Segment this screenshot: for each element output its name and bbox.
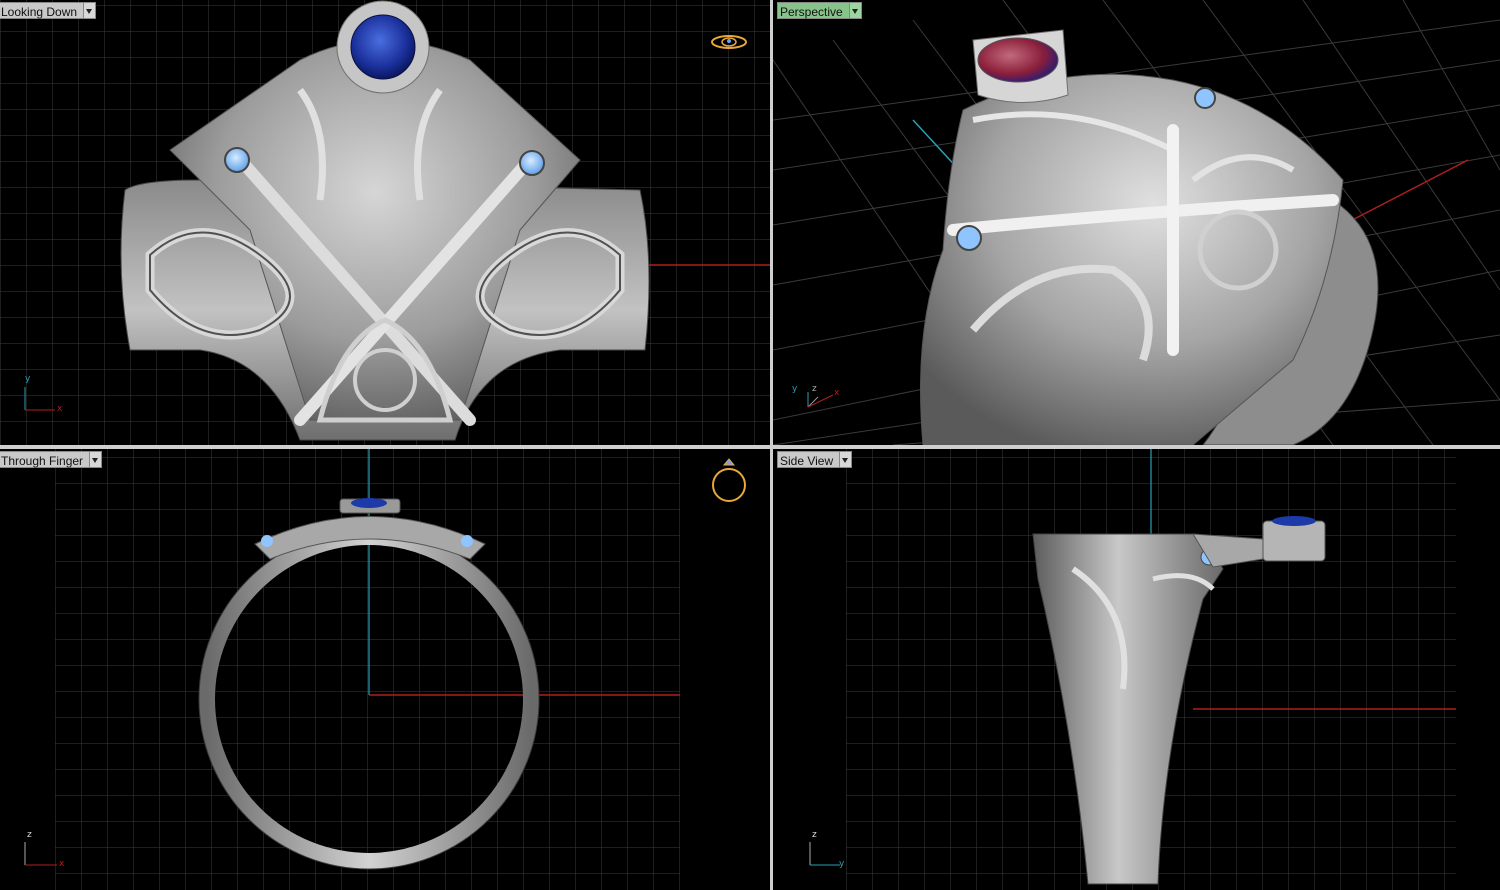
ring-model-perspective[interactable] [920,29,1379,445]
axis-label-horizontal: x [59,859,65,869]
viewport-canvas[interactable] [773,0,1500,445]
viewport-name: Looking Down [0,2,84,19]
axis-label-vertical: z [812,830,817,840]
ring-front-view-icon[interactable] [712,458,746,502]
axis-label-horizontal: x [57,404,63,414]
viewport-canvas[interactable] [0,0,770,445]
viewport-label-looking-down[interactable]: Looking Down [0,2,97,19]
chevron-down-icon[interactable] [83,2,97,19]
axis-indicator [809,842,840,866]
axis-label-vertical: z [27,830,32,840]
viewport-label-perspective[interactable]: Perspective [777,2,862,19]
viewport-looking-down[interactable]: y x Looking Down [0,0,770,445]
viewport-canvas[interactable] [0,449,770,890]
axis-label-horizontal: y [839,859,845,869]
viewport-splitter-horizontal[interactable] [0,445,1500,449]
chevron-down-icon[interactable] [848,2,862,19]
axis-indicator [24,842,57,866]
axis-label-horizontal: x [834,388,840,398]
axis-label-vertical: y [792,384,798,394]
chevron-down-icon[interactable] [89,451,103,468]
viewport-side-view[interactable]: z y Side View [773,449,1500,890]
viewport-name: Perspective [777,2,849,19]
viewport-canvas[interactable] [773,449,1500,890]
chevron-down-icon[interactable] [839,451,853,468]
axis-label-vertical: y [25,374,31,384]
viewport-perspective[interactable]: y z x Perspective [773,0,1500,445]
viewport-label-through-finger[interactable]: Through Finger [0,451,103,468]
viewport-name: Through Finger [0,451,90,468]
viewport-name: Side View [777,451,840,468]
viewport-through-finger[interactable]: z x Through Finger [0,449,770,890]
viewport-label-side-view[interactable]: Side View [777,451,853,468]
axis-indicator [807,392,834,408]
grid [55,449,680,890]
axis-label-depth: z [812,384,817,394]
